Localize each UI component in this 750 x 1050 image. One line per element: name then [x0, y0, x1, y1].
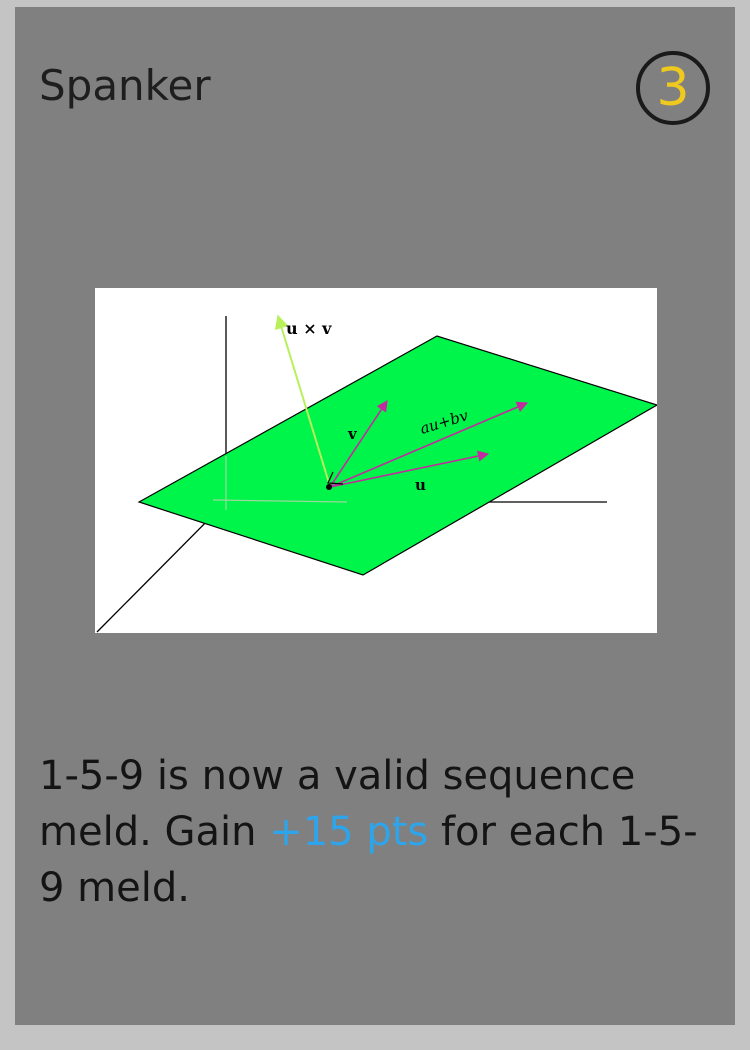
- cost-value: 3: [656, 58, 690, 118]
- label-v: v: [347, 425, 358, 443]
- origin-point: [326, 484, 332, 490]
- vector-plane-illustration: u × v v au+bv u: [96, 314, 657, 633]
- points-highlight: +15 pts: [269, 809, 429, 855]
- cost-badge: 3: [636, 51, 710, 125]
- label-cross-product: u × v: [286, 319, 332, 338]
- game-card[interactable]: Spanker 3 u × v v au+bv u 1-5-9 is now a…: [15, 7, 735, 1025]
- card-rules-text: 1-5-9 is now a valid sequence meld. Gain…: [39, 748, 719, 916]
- card-art: u × v v au+bv u: [95, 288, 657, 633]
- label-u: u: [415, 476, 426, 494]
- green-plane: [137, 335, 657, 576]
- card-title: Spanker: [39, 61, 211, 110]
